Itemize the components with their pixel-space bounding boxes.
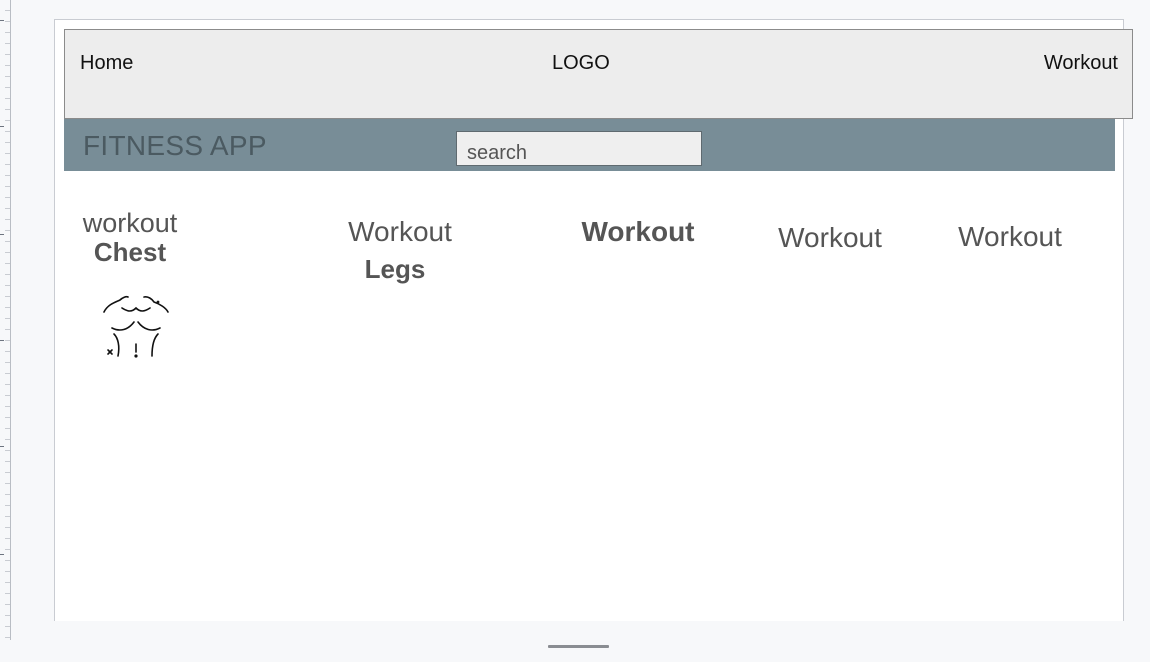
card-title: Workout: [581, 216, 695, 247]
logo[interactable]: LOGO: [552, 52, 610, 75]
resize-handle[interactable]: [548, 645, 609, 648]
app-title: FITNESS APP: [83, 130, 267, 161]
card-title: workout: [82, 208, 178, 238]
workout-card-legs[interactable]: Workout Legs: [340, 216, 460, 285]
chest-muscle-icon: [103, 295, 169, 358]
card-subtitle: Chest: [93, 237, 167, 267]
card-title: Workout: [778, 222, 882, 253]
workout-card-chest[interactable]: workout Chest: [80, 208, 180, 268]
card-subtitle: Legs: [364, 254, 426, 284]
nav-workout-link[interactable]: Workout: [1044, 52, 1118, 75]
workout-card-3[interactable]: Workout: [575, 216, 701, 248]
card-title: Workout: [348, 216, 452, 247]
vertical-ruler: [0, 0, 11, 640]
workout-card-4[interactable]: Workout: [770, 222, 890, 254]
nav-home-link[interactable]: Home: [80, 52, 133, 75]
top-navigation-bar: Home LOGO Workout: [64, 29, 1133, 119]
card-title: Workout: [958, 221, 1062, 252]
search-input[interactable]: [456, 131, 702, 166]
brand-header: FITNESS APP: [64, 119, 1115, 171]
workout-card-5[interactable]: Workout: [950, 221, 1070, 253]
